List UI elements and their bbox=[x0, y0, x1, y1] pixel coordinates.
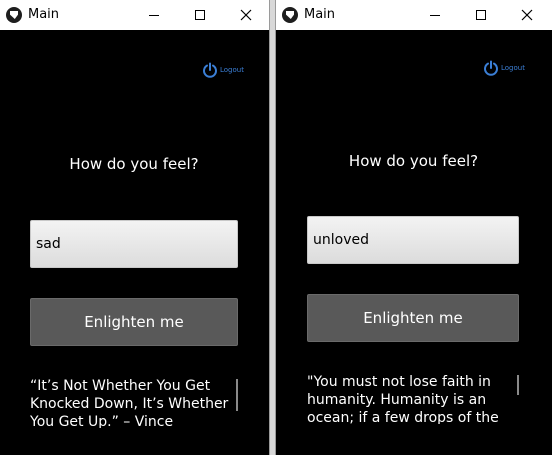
maximize-icon bbox=[476, 10, 486, 20]
quote-scrollbar[interactable] bbox=[517, 375, 519, 395]
titlebar: Main bbox=[276, 0, 552, 30]
window-title: Main bbox=[304, 7, 336, 22]
close-button[interactable] bbox=[504, 0, 550, 30]
quote-text: “It’s Not Whether You Get Knocked Down, … bbox=[30, 378, 229, 428]
feel-input[interactable] bbox=[30, 220, 238, 268]
close-button[interactable] bbox=[223, 0, 269, 30]
app-icon bbox=[282, 7, 298, 23]
app-icon bbox=[6, 7, 22, 23]
quote-area: "You must not lose faith in humanity. Hu… bbox=[307, 373, 517, 424]
minimize-button[interactable] bbox=[131, 0, 177, 30]
close-icon bbox=[240, 9, 252, 21]
logout-button[interactable]: Logout bbox=[483, 60, 525, 76]
feel-prompt: How do you feel? bbox=[348, 152, 479, 170]
logout-button[interactable]: Logout bbox=[202, 62, 244, 78]
close-icon bbox=[521, 9, 533, 21]
main-window-right: Main Logout How do you feel? Enlighten m… bbox=[275, 0, 552, 455]
power-icon bbox=[484, 60, 498, 76]
logout-label: Logout bbox=[501, 64, 525, 72]
enlighten-button[interactable]: Enlighten me bbox=[307, 294, 519, 342]
feel-prompt: How do you feel? bbox=[69, 155, 199, 173]
quote-scrollbar[interactable] bbox=[236, 379, 238, 411]
quote-area: “It’s Not Whether You Get Knocked Down, … bbox=[30, 377, 240, 428]
enlighten-button[interactable]: Enlighten me bbox=[30, 298, 238, 346]
minimize-icon bbox=[430, 15, 440, 16]
quote-text: "You must not lose faith in humanity. Hu… bbox=[307, 374, 499, 424]
minimize-button[interactable] bbox=[412, 0, 458, 30]
main-window-left: Main Logout How do you feel? Enlighten m… bbox=[0, 0, 270, 455]
feel-input[interactable] bbox=[307, 216, 519, 264]
maximize-button[interactable] bbox=[458, 0, 504, 30]
maximize-icon bbox=[195, 10, 205, 20]
titlebar: Main bbox=[0, 0, 269, 30]
window-title: Main bbox=[28, 7, 60, 22]
logout-label: Logout bbox=[220, 66, 244, 74]
minimize-icon bbox=[149, 15, 159, 16]
power-icon bbox=[203, 62, 217, 78]
maximize-button[interactable] bbox=[177, 0, 223, 30]
